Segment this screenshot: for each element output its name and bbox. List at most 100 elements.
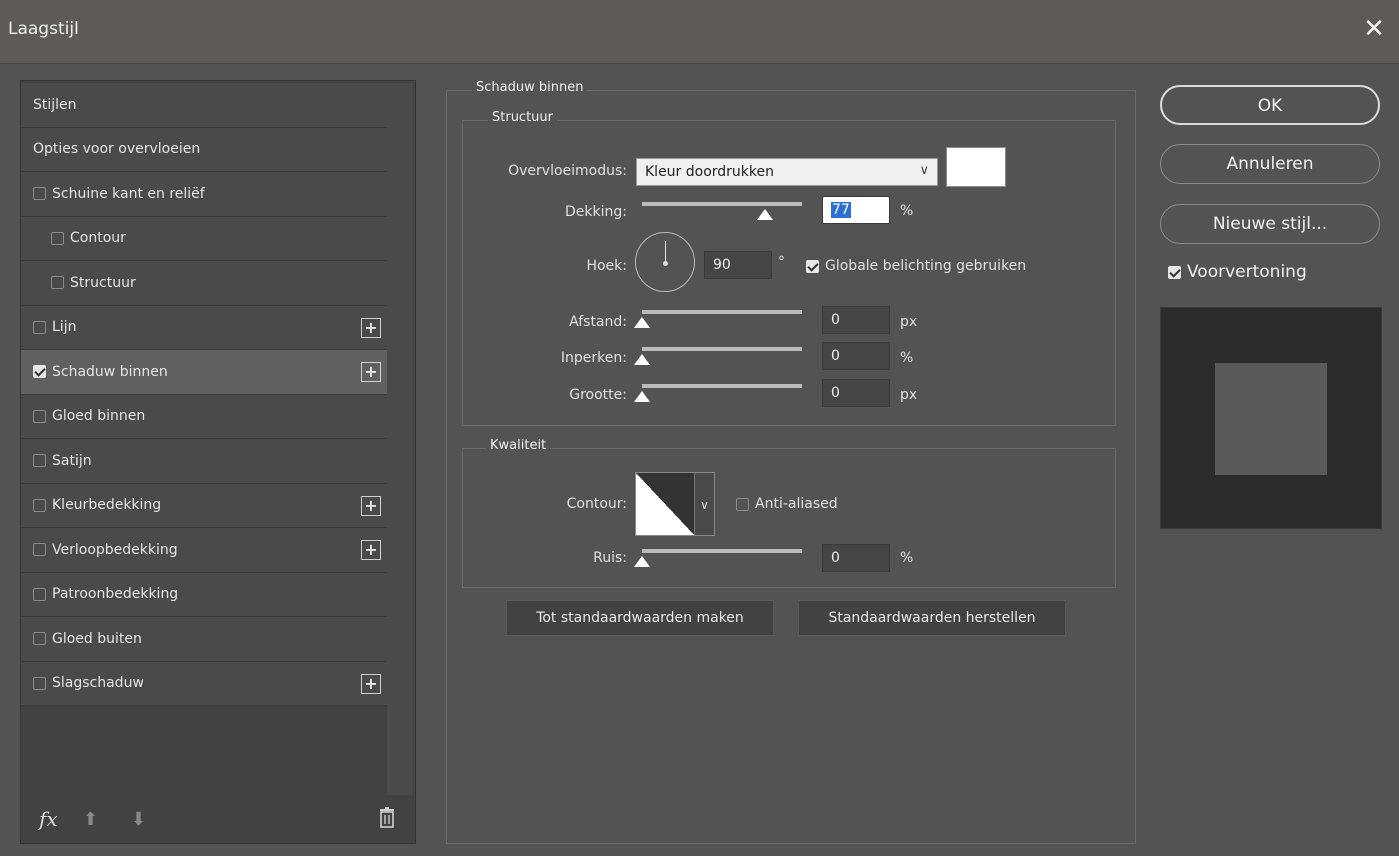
styles-list: Stijlen Opties voor overvloeien Schuine ka… <box>21 83 387 706</box>
noise-input[interactable]: 0 <box>822 544 890 572</box>
sidebar-item-label: Kleurbedekking <box>52 497 162 514</box>
trash-icon[interactable] <box>377 807 397 829</box>
sidebar-item-label: Satijn <box>52 452 92 469</box>
sidebar-item[interactable]: Patroonbedekking <box>21 572 387 617</box>
sidebar-item-checkbox[interactable] <box>33 454 46 468</box>
sidebar-item-checkbox[interactable] <box>33 676 46 690</box>
sidebar-item-label: Contour <box>70 230 126 247</box>
choke-slider-thumb[interactable] <box>634 354 650 365</box>
inner-shadow-title: Schaduw binnen <box>472 80 588 95</box>
sidebar-item[interactable]: Schuine kant en reliëf <box>21 172 387 217</box>
blend-mode-select[interactable]: Kleur doordrukken ∨ <box>636 158 938 186</box>
add-effect-button[interactable]: + <box>361 317 381 338</box>
noise-value: 0 <box>831 550 840 566</box>
sidebar-item-label: Lijn <box>52 319 77 336</box>
noise-slider-track[interactable] <box>642 549 802 553</box>
title-bar: Laagstijl ✕ <box>0 0 1399 64</box>
sidebar-item-checkbox[interactable] <box>33 365 46 379</box>
global-light-checkbox[interactable]: Globale belichting gebruiken <box>806 258 1026 274</box>
angle-input[interactable]: 90 <box>704 251 772 279</box>
noise-label: Ruis: <box>593 550 627 566</box>
sidebar-item[interactable]: Kleurbedekking + <box>21 483 387 528</box>
distance-value: 0 <box>831 312 840 328</box>
effect-settings-panel: Schaduw binnen Structuur Overvloeimodus:… <box>446 80 1136 844</box>
size-slider-thumb[interactable] <box>634 391 650 402</box>
distance-slider-thumb[interactable] <box>634 317 650 328</box>
sidebar-item-checkbox[interactable] <box>51 276 64 290</box>
distance-unit: px <box>900 314 918 330</box>
ok-button[interactable]: OK <box>1160 85 1380 125</box>
add-effect-button[interactable]: + <box>361 495 381 516</box>
opacity-value: 77 <box>831 202 851 218</box>
contour-preview-icon <box>636 473 696 535</box>
cancel-button[interactable]: Annuleren <box>1160 144 1380 184</box>
sidebar-item-checkbox[interactable] <box>33 187 46 201</box>
angle-dial[interactable] <box>635 232 695 292</box>
angle-label: Hoek: <box>586 258 627 274</box>
distance-slider-track[interactable] <box>642 310 802 314</box>
sidebar-item[interactable]: Verloopbedekking + <box>21 528 387 573</box>
sidebar-item-checkbox[interactable] <box>33 587 46 601</box>
preview-check-icon <box>1168 265 1181 279</box>
sidebar-item-label: Opties voor overvloeien <box>33 141 201 158</box>
sidebar-item[interactable]: Slagschaduw + <box>21 661 387 706</box>
dialog-title: Laagstijl <box>8 19 79 39</box>
anti-aliased-checkbox[interactable]: Anti-aliased <box>736 496 838 512</box>
opacity-slider-thumb[interactable] <box>757 209 774 220</box>
distance-input[interactable]: 0 <box>822 306 890 334</box>
quality-title: Kwaliteit <box>486 438 551 453</box>
contour-picker[interactable]: ∨ <box>635 472 715 536</box>
sidebar-item[interactable]: Stijlen <box>21 83 387 128</box>
choke-input[interactable]: 0 <box>822 342 890 370</box>
fx-icon[interactable]: fx <box>39 807 58 831</box>
reset-default-button[interactable]: Standaardwaarden herstellen <box>798 600 1066 636</box>
chevron-down-icon[interactable]: ∨ <box>694 473 714 535</box>
sidebar-item[interactable]: Gloed buiten <box>21 617 387 662</box>
contour-label: Contour: <box>566 496 627 512</box>
styles-panel: Stijlen Opties voor overvloeien Schuine ka… <box>20 80 416 844</box>
sidebar-item[interactable]: Schaduw binnen + <box>21 350 387 395</box>
make-default-button[interactable]: Tot standaardwaarden maken <box>506 600 774 636</box>
styles-scrollbar[interactable] <box>387 83 413 795</box>
sidebar-item-checkbox[interactable] <box>33 498 46 512</box>
sidebar-item[interactable]: Opties voor overvloeien <box>21 127 387 172</box>
sidebar-item-checkbox[interactable] <box>51 231 64 245</box>
angle-center-dot <box>663 261 668 266</box>
choke-unit: % <box>900 350 914 366</box>
choke-slider-track[interactable] <box>642 347 802 351</box>
anti-aliased-label: Anti-aliased <box>755 496 838 512</box>
angle-needle <box>665 241 666 263</box>
distance-label: Afstand: <box>569 314 627 330</box>
sidebar-item-label: Schaduw binnen <box>52 363 168 380</box>
add-effect-button[interactable]: + <box>361 673 381 694</box>
sidebar-item-label: Stijlen <box>33 96 77 113</box>
move-up-icon[interactable]: ⬆ <box>83 809 98 830</box>
preview-checkbox[interactable]: Voorvertoning <box>1168 262 1307 282</box>
new-style-button[interactable]: Nieuwe stijl... <box>1160 204 1380 244</box>
sidebar-item-checkbox[interactable] <box>33 632 46 646</box>
sidebar-item-checkbox[interactable] <box>33 320 46 334</box>
sidebar-item[interactable]: Structuur <box>21 261 387 306</box>
choke-label: Inperken: <box>560 350 627 366</box>
opacity-slider-track[interactable] <box>642 202 802 206</box>
sidebar-item[interactable]: Contour <box>21 216 387 261</box>
size-slider-track[interactable] <box>642 384 802 388</box>
blend-mode-value: Kleur doordrukken <box>645 164 775 180</box>
close-button[interactable]: ✕ <box>1359 14 1389 44</box>
shadow-color-swatch[interactable] <box>946 147 1006 187</box>
size-input[interactable]: 0 <box>822 379 890 407</box>
noise-slider-thumb[interactable] <box>634 556 650 567</box>
sidebar-item[interactable]: Lijn + <box>21 305 387 350</box>
add-effect-button[interactable]: + <box>361 540 381 560</box>
sidebar-item-checkbox[interactable] <box>33 543 46 557</box>
sidebar-item[interactable]: Gloed binnen <box>21 394 387 439</box>
style-preview <box>1160 307 1382 529</box>
anti-aliased-check-icon <box>736 497 749 511</box>
add-effect-button[interactable]: + <box>361 362 381 382</box>
sidebar-item-checkbox[interactable] <box>33 409 46 423</box>
size-value: 0 <box>831 385 840 401</box>
opacity-input[interactable]: 77 <box>822 196 890 224</box>
move-down-icon[interactable]: ⬇ <box>131 809 146 830</box>
sidebar-item[interactable]: Satijn <box>21 439 387 484</box>
sidebar-item-label: Structuur <box>70 274 136 291</box>
